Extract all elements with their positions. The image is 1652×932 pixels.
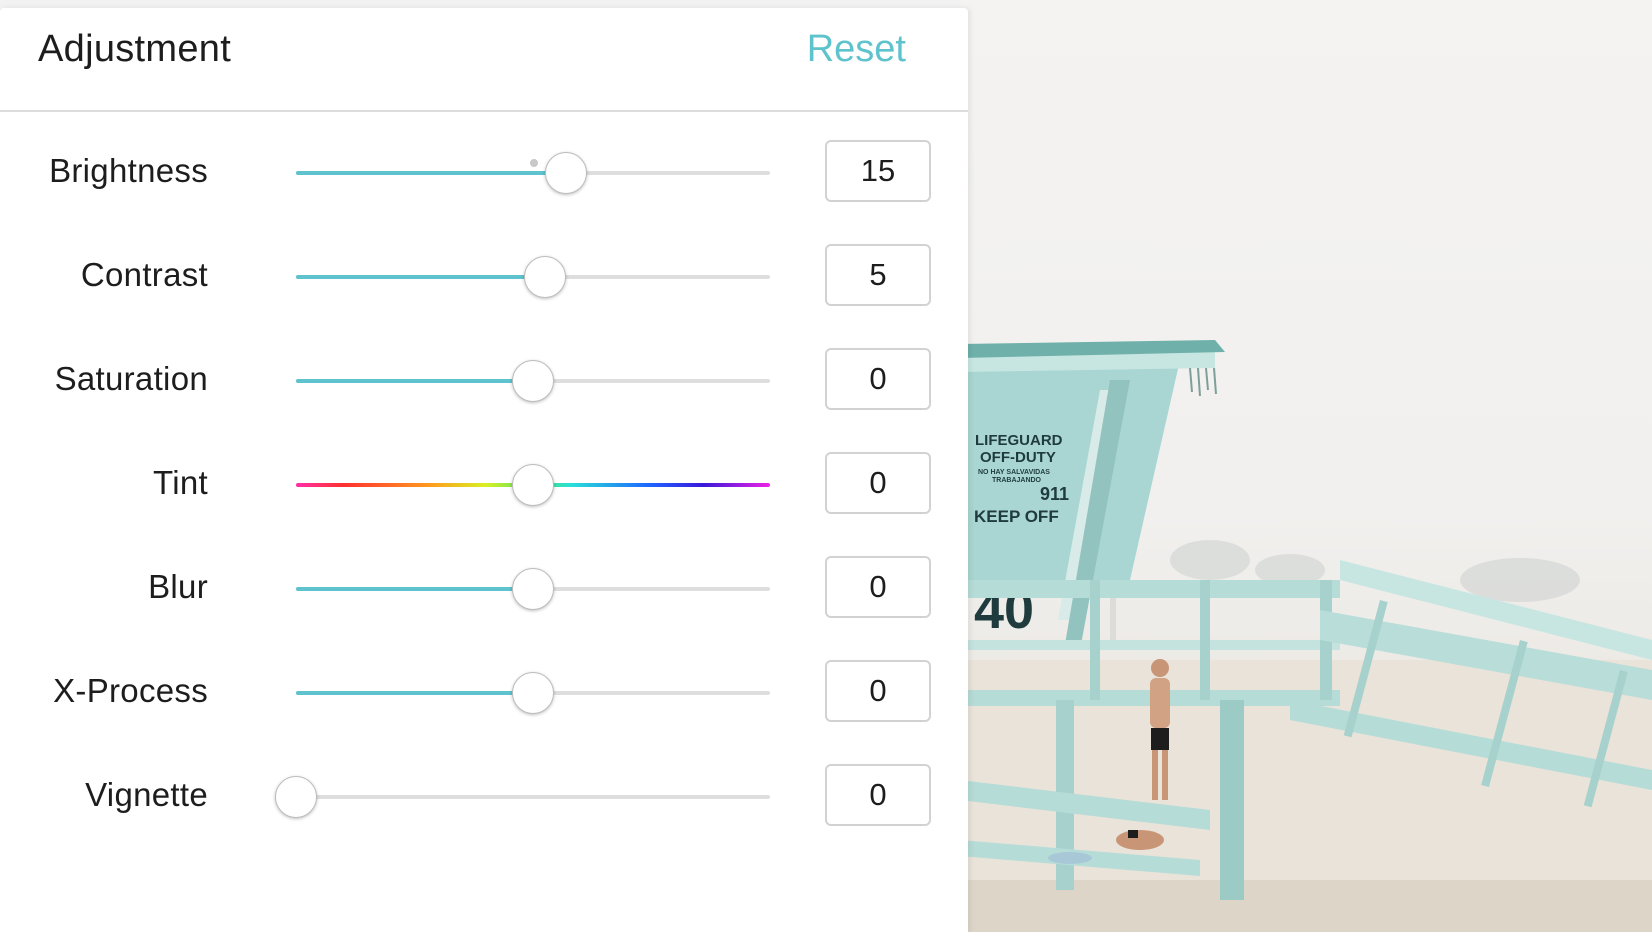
editor-window: LIFEGUARD OFF-DUTY NO HAY SALVAVIDAS TRA… (0, 0, 1652, 932)
contrast-slider-fill (296, 275, 545, 279)
adjustment-row-x-process: X-Process (0, 660, 968, 726)
photo-preview: LIFEGUARD OFF-DUTY NO HAY SALVAVIDAS TRA… (960, 0, 1652, 932)
brightness-slider-track[interactable] (296, 171, 770, 175)
saturation-value-input[interactable] (825, 348, 931, 410)
tint-value-input[interactable] (825, 452, 931, 514)
panel-title: Adjustment (38, 28, 232, 70)
tint-label: Tint (153, 464, 208, 501)
sign-line-3: NO HAY SALVAVIDAS (978, 469, 1050, 476)
saturation-label: Saturation (54, 360, 208, 397)
adjustment-row-brightness: Brightness (0, 140, 968, 206)
blur-slider-thumb[interactable] (512, 568, 554, 610)
sign-line-2: OFF-DUTY (980, 449, 1056, 466)
x-process-value-input[interactable] (825, 660, 931, 722)
sign-line-1: LIFEGUARD (975, 432, 1063, 449)
x-process-slider-thumb[interactable] (512, 672, 554, 714)
contrast-label: Contrast (80, 256, 208, 293)
brightness-slider-thumb[interactable] (545, 152, 588, 194)
adjustment-panel: Adjustment Reset Brightness Contrast Satur… (0, 8, 968, 932)
sign-line-4: TRABAJANDO (992, 477, 1042, 484)
adjustment-row-contrast: Contrast (0, 244, 968, 310)
saturation-slider-thumb[interactable] (512, 360, 554, 402)
contrast-value-input[interactable] (825, 244, 931, 306)
blur-slider-fill (296, 587, 533, 591)
slider-hover-indicator (530, 159, 538, 167)
reset-button[interactable]: Reset (807, 28, 906, 71)
sign-line-5: 911 (1040, 484, 1069, 504)
adjustment-row-blur: Blur (0, 556, 968, 622)
brightness-slider-fill (296, 171, 567, 175)
blur-label: Blur (148, 568, 208, 605)
sign-line-6: KEEP OFF (974, 507, 1059, 526)
vignette-slider-track[interactable] (296, 795, 770, 799)
adjustment-row-vignette: Vignette (0, 764, 968, 830)
adjustment-row-saturation: Saturation (0, 348, 968, 414)
vignette-slider-thumb[interactable] (275, 776, 317, 818)
contrast-slider-thumb[interactable] (523, 256, 566, 298)
brightness-label: Brightness (49, 152, 208, 189)
lifeguard-tower-image: LIFEGUARD OFF-DUTY NO HAY SALVAVIDAS TRA… (960, 340, 1652, 932)
tint-slider-thumb[interactable] (512, 464, 554, 506)
x-process-slider-fill (296, 691, 533, 695)
saturation-slider-fill (296, 379, 533, 383)
panel-header: Adjustment Reset (0, 8, 968, 112)
brightness-value-input[interactable] (825, 140, 931, 202)
x-process-label: X-Process (53, 672, 208, 709)
vignette-value-input[interactable] (825, 764, 931, 826)
vignette-label: Vignette (85, 776, 208, 813)
blur-value-input[interactable] (825, 556, 931, 618)
adjustment-row-tint: Tint (0, 452, 968, 518)
